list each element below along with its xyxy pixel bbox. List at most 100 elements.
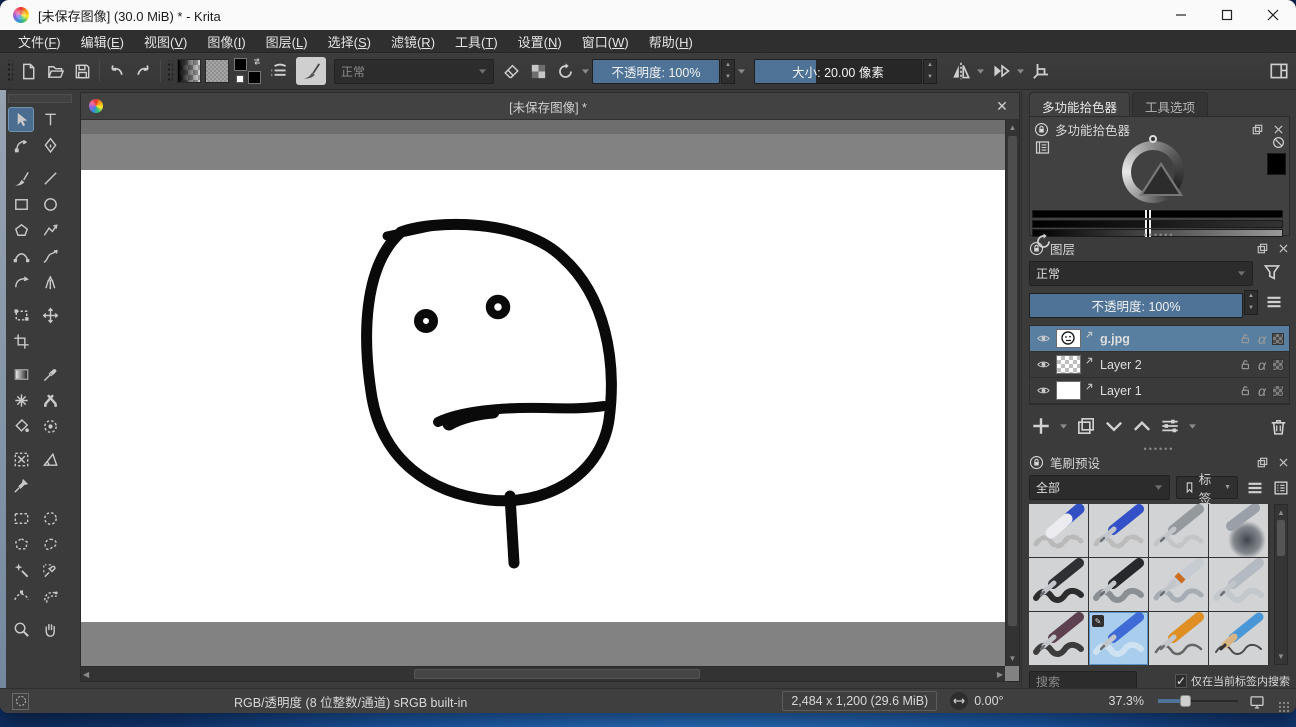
chevron-down-icon[interactable] <box>735 68 748 75</box>
tool-move[interactable] <box>37 303 63 328</box>
brush-filter-dropdown[interactable]: 全部 <box>1029 475 1170 500</box>
inherit-alpha-icon[interactable] <box>1272 333 1284 345</box>
tool-line[interactable] <box>37 166 63 191</box>
toolbox-drag-handle[interactable] <box>8 94 72 103</box>
tool-freehand-path[interactable] <box>37 244 63 269</box>
tool-similar-select[interactable] <box>8 558 34 583</box>
menu-i[interactable]: 图像(I) <box>197 29 255 54</box>
lock-icon[interactable] <box>1034 122 1049 137</box>
chevron-down-icon[interactable] <box>579 68 592 75</box>
toolbar-grip[interactable] <box>6 60 13 82</box>
brush-preset-basic-brush-blue[interactable]: ✎ <box>1089 612 1148 665</box>
menu-r[interactable]: 滤镜(R) <box>381 29 445 54</box>
reload-preset-button[interactable] <box>552 58 579 85</box>
layer-row[interactable]: Layer 1α <box>1030 378 1289 404</box>
image-size-text[interactable]: 2,484 x 1,200 (29.6 MiB) <box>782 691 937 711</box>
tool-rectangle[interactable] <box>8 192 34 217</box>
tool-enclose-fill[interactable] <box>37 414 63 439</box>
close-panel-icon[interactable] <box>1277 456 1290 469</box>
brush-preset-eraser-small[interactable] <box>1029 504 1088 557</box>
layer-blend-mode-dropdown[interactable]: 正常 <box>1029 261 1253 286</box>
brush-editor-button[interactable] <box>296 57 326 85</box>
toolbar-grip[interactable] <box>166 60 173 82</box>
blend-mode-dropdown[interactable]: 正常 <box>334 59 494 84</box>
scroll-down-arrow[interactable]: ▼ <box>1006 652 1019 665</box>
float-panel-icon[interactable] <box>1251 123 1264 136</box>
menu-v[interactable]: 视图(V) <box>134 29 197 54</box>
tool-freehand-select[interactable] <box>37 532 63 557</box>
float-panel-icon[interactable] <box>1256 242 1269 255</box>
brush-view-mode-icon[interactable] <box>1272 479 1290 497</box>
eraser-mode-button[interactable] <box>498 58 525 85</box>
tool-color-select[interactable] <box>37 558 63 583</box>
tool-reference-images[interactable] <box>8 473 34 498</box>
canvas-pasteboard[interactable] <box>81 120 1005 666</box>
brush-preset-detail-brush-orange[interactable] <box>1149 612 1208 665</box>
chevron-down-icon[interactable] <box>1014 68 1027 75</box>
vertical-scrollbar[interactable]: ▲ ▼ <box>1005 120 1019 666</box>
tool-rect-select[interactable] <box>8 506 34 531</box>
layer-alpha-lock-icon[interactable]: α <box>1258 331 1266 347</box>
brush-preset-chooser-icon[interactable] <box>265 58 292 85</box>
horizontal-mirror-button[interactable] <box>947 58 974 85</box>
layer-visibility-icon[interactable] <box>1030 383 1056 398</box>
close-document-icon[interactable]: ✕ <box>985 98 1019 115</box>
tool-measure[interactable] <box>37 447 63 472</box>
layer-alpha-lock-icon[interactable]: α <box>1258 383 1266 399</box>
scroll-up-arrow[interactable]: ▲ <box>1006 121 1019 134</box>
vertical-scroll-thumb[interactable] <box>1008 136 1017 626</box>
opacity-slider[interactable]: 不透明度: 100% <box>592 59 720 84</box>
wrap-around-mode-button[interactable] <box>1027 58 1054 85</box>
tool-calligraphy[interactable] <box>37 133 63 158</box>
move-layer-up-button[interactable] <box>1130 414 1154 438</box>
zoom-slider-knob[interactable] <box>1180 695 1191 707</box>
tool-colorize-mask[interactable] <box>37 388 63 413</box>
opacity-spinner[interactable]: ▲▼ <box>721 59 735 84</box>
pattern-swatch[interactable] <box>205 59 229 83</box>
tool-smart-patch[interactable] <box>8 447 34 472</box>
horizontal-scroll-thumb[interactable] <box>414 669 700 679</box>
tool-pattern[interactable] <box>8 388 34 413</box>
fit-to-screen-icon[interactable] <box>1248 693 1266 710</box>
tool-freehand-brush[interactable] <box>8 166 34 191</box>
scroll-right-arrow[interactable]: ▶ <box>997 668 1003 681</box>
zoom-percentage[interactable]: 37.3% <box>1109 694 1144 708</box>
choose-workspace-button[interactable] <box>1265 58 1292 85</box>
inherit-alpha-icon[interactable] <box>1272 359 1284 371</box>
lock-icon[interactable] <box>1029 241 1044 256</box>
brush-preset-eraser-soft[interactable] <box>1089 504 1148 557</box>
brush-size-spinner[interactable]: ▲▼ <box>923 59 937 84</box>
brush-preset-pencil-blue[interactable] <box>1209 612 1268 665</box>
maximize-button[interactable] <box>1204 0 1250 30</box>
swap-colors-icon[interactable] <box>252 57 262 67</box>
tool-gradient[interactable] <box>8 362 34 387</box>
horizontal-scrollbar[interactable]: ◀ ▶ <box>81 666 1005 681</box>
menu-h[interactable]: 帮助(H) <box>639 29 703 54</box>
scroll-up-arrow[interactable]: ▲ <box>1275 506 1287 519</box>
foreground-background-colors[interactable] <box>234 58 262 84</box>
brush-scroll-thumb[interactable] <box>1277 520 1285 556</box>
tool-ellipse[interactable] <box>37 192 63 217</box>
color-wheel[interactable] <box>1122 141 1184 203</box>
chevron-down-icon[interactable] <box>974 68 987 75</box>
tool-select-shapes[interactable] <box>8 107 34 132</box>
selection-mode-icon[interactable] <box>12 693 29 710</box>
brush-preset-wet-brush-dark[interactable] <box>1029 612 1088 665</box>
chevron-down-icon[interactable] <box>1186 423 1199 430</box>
scroll-left-arrow[interactable]: ◀ <box>83 668 89 681</box>
menu-t[interactable]: 工具(T) <box>445 29 508 54</box>
layer-thumbnail[interactable] <box>1056 355 1081 374</box>
search-in-tag-checkbox[interactable]: ✓ <box>1175 674 1187 688</box>
brush-grid-scrollbar[interactable]: ▲ ▼ <box>1274 504 1288 665</box>
current-color-swatch[interactable] <box>1267 153 1286 175</box>
close-panel-icon[interactable] <box>1272 123 1285 136</box>
layer-filter-icon[interactable] <box>1261 261 1283 283</box>
canvas-rotation-icon[interactable] <box>949 691 969 711</box>
layer-opacity-spinner[interactable]: ▲▼ <box>1244 290 1258 315</box>
add-layer-button[interactable] <box>1029 414 1053 438</box>
tool-crop[interactable] <box>8 329 34 354</box>
brush-preset-pen-silver[interactable] <box>1209 558 1268 611</box>
brush-menu-icon[interactable] <box>1245 478 1265 498</box>
close-button[interactable] <box>1250 0 1296 30</box>
layer-visibility-icon[interactable] <box>1030 331 1056 346</box>
